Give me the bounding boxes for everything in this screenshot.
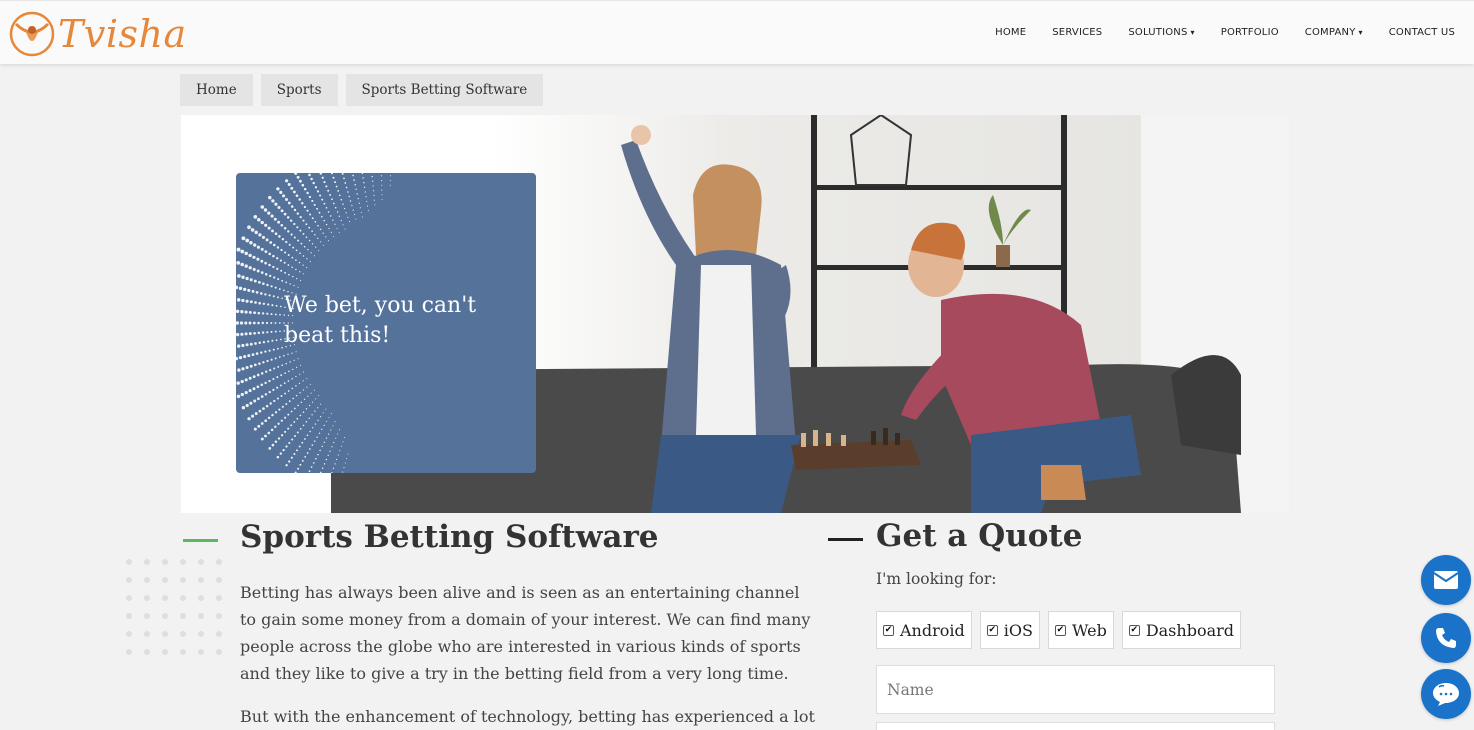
page-title: Sports Betting Software [240,519,659,555]
option-dashboard[interactable]: ✔ Dashboard [1121,611,1241,649]
nav-company[interactable]: COMPANY ▾ [1305,27,1363,38]
call-button[interactable] [1421,613,1471,663]
name-field[interactable] [876,665,1275,714]
nav-company-label: COMPANY [1304,26,1356,38]
nav-services[interactable]: SERVICES [1052,27,1102,38]
breadcrumb: Home Sports Sports Betting Software [180,74,551,106]
hero-banner: We bet, you can't beat this! [181,115,1289,513]
nav-portfolio-label: PORTFOLIO [1220,26,1279,38]
checkbox-web[interactable]: ✔ [1054,624,1066,636]
breadcrumb-home[interactable]: Home [180,74,253,106]
option-web[interactable]: ✔ Web [1047,611,1114,649]
nav-contact-us[interactable]: CONTACT US [1389,27,1455,38]
chevron-down-icon: ▾ [1190,27,1195,37]
nav-contact-label: CONTACT US [1388,26,1455,38]
option-ios[interactable]: ✔ iOS [979,611,1040,649]
option-ios-label: iOS [1003,620,1033,640]
quote-title: Get a Quote [876,518,1083,554]
chat-icon [1433,683,1459,706]
option-dashboard-label: Dashboard [1145,620,1234,640]
phone-icon [1436,628,1456,648]
quote-accent-line [828,538,863,541]
brand-name: Tvisha [58,12,187,56]
chat-button[interactable] [1421,669,1471,719]
section-accent-line [183,539,218,542]
intro-paragraph: Betting has always been alive and is see… [240,583,811,683]
main-nav: HOME SERVICES SOLUTIONS ▾ PORTFOLIO COMPA… [969,1,1455,63]
breadcrumb-current[interactable]: Sports Betting Software [345,74,544,106]
platform-options: ✔ Android ✔ iOS ✔ Web ✔ Dashboard [876,611,1249,649]
site-header: Tvisha HOME SERVICES SOLUTIONS ▾ PORTFOLI… [0,0,1474,64]
chevron-down-icon: ▾ [1358,27,1363,37]
nav-home[interactable]: HOME [995,27,1026,38]
nav-solutions[interactable]: SOLUTIONS ▾ [1128,27,1194,38]
checkbox-ios[interactable]: ✔ [986,624,998,636]
looking-for-label: I'm looking for: [876,570,997,588]
checkbox-android[interactable]: ✔ [883,624,894,636]
second-paragraph: But with the enhancement of technology, … [240,707,815,726]
email-button[interactable] [1421,555,1471,605]
tvisha-logo-icon [9,11,55,57]
dot-grid-decoration [126,559,222,655]
option-android-label: Android [900,620,965,640]
checkbox-dashboard[interactable]: ✔ [1128,624,1140,636]
logo[interactable]: Tvisha [8,9,187,59]
next-form-field[interactable] [876,722,1275,730]
nav-home-label: HOME [995,26,1027,38]
breadcrumb-sports[interactable]: Sports [260,74,338,106]
option-android[interactable]: ✔ Android [876,611,972,649]
nav-services-label: SERVICES [1052,26,1103,38]
envelope-icon [1434,571,1458,589]
hero-tagline-card: We bet, you can't beat this! [236,173,536,473]
nav-portfolio[interactable]: PORTFOLIO [1221,27,1279,38]
option-web-label: Web [1071,620,1107,640]
nav-solutions-label: SOLUTIONS [1128,26,1188,38]
hero-tagline: We bet, you can't beat this! [284,293,477,348]
